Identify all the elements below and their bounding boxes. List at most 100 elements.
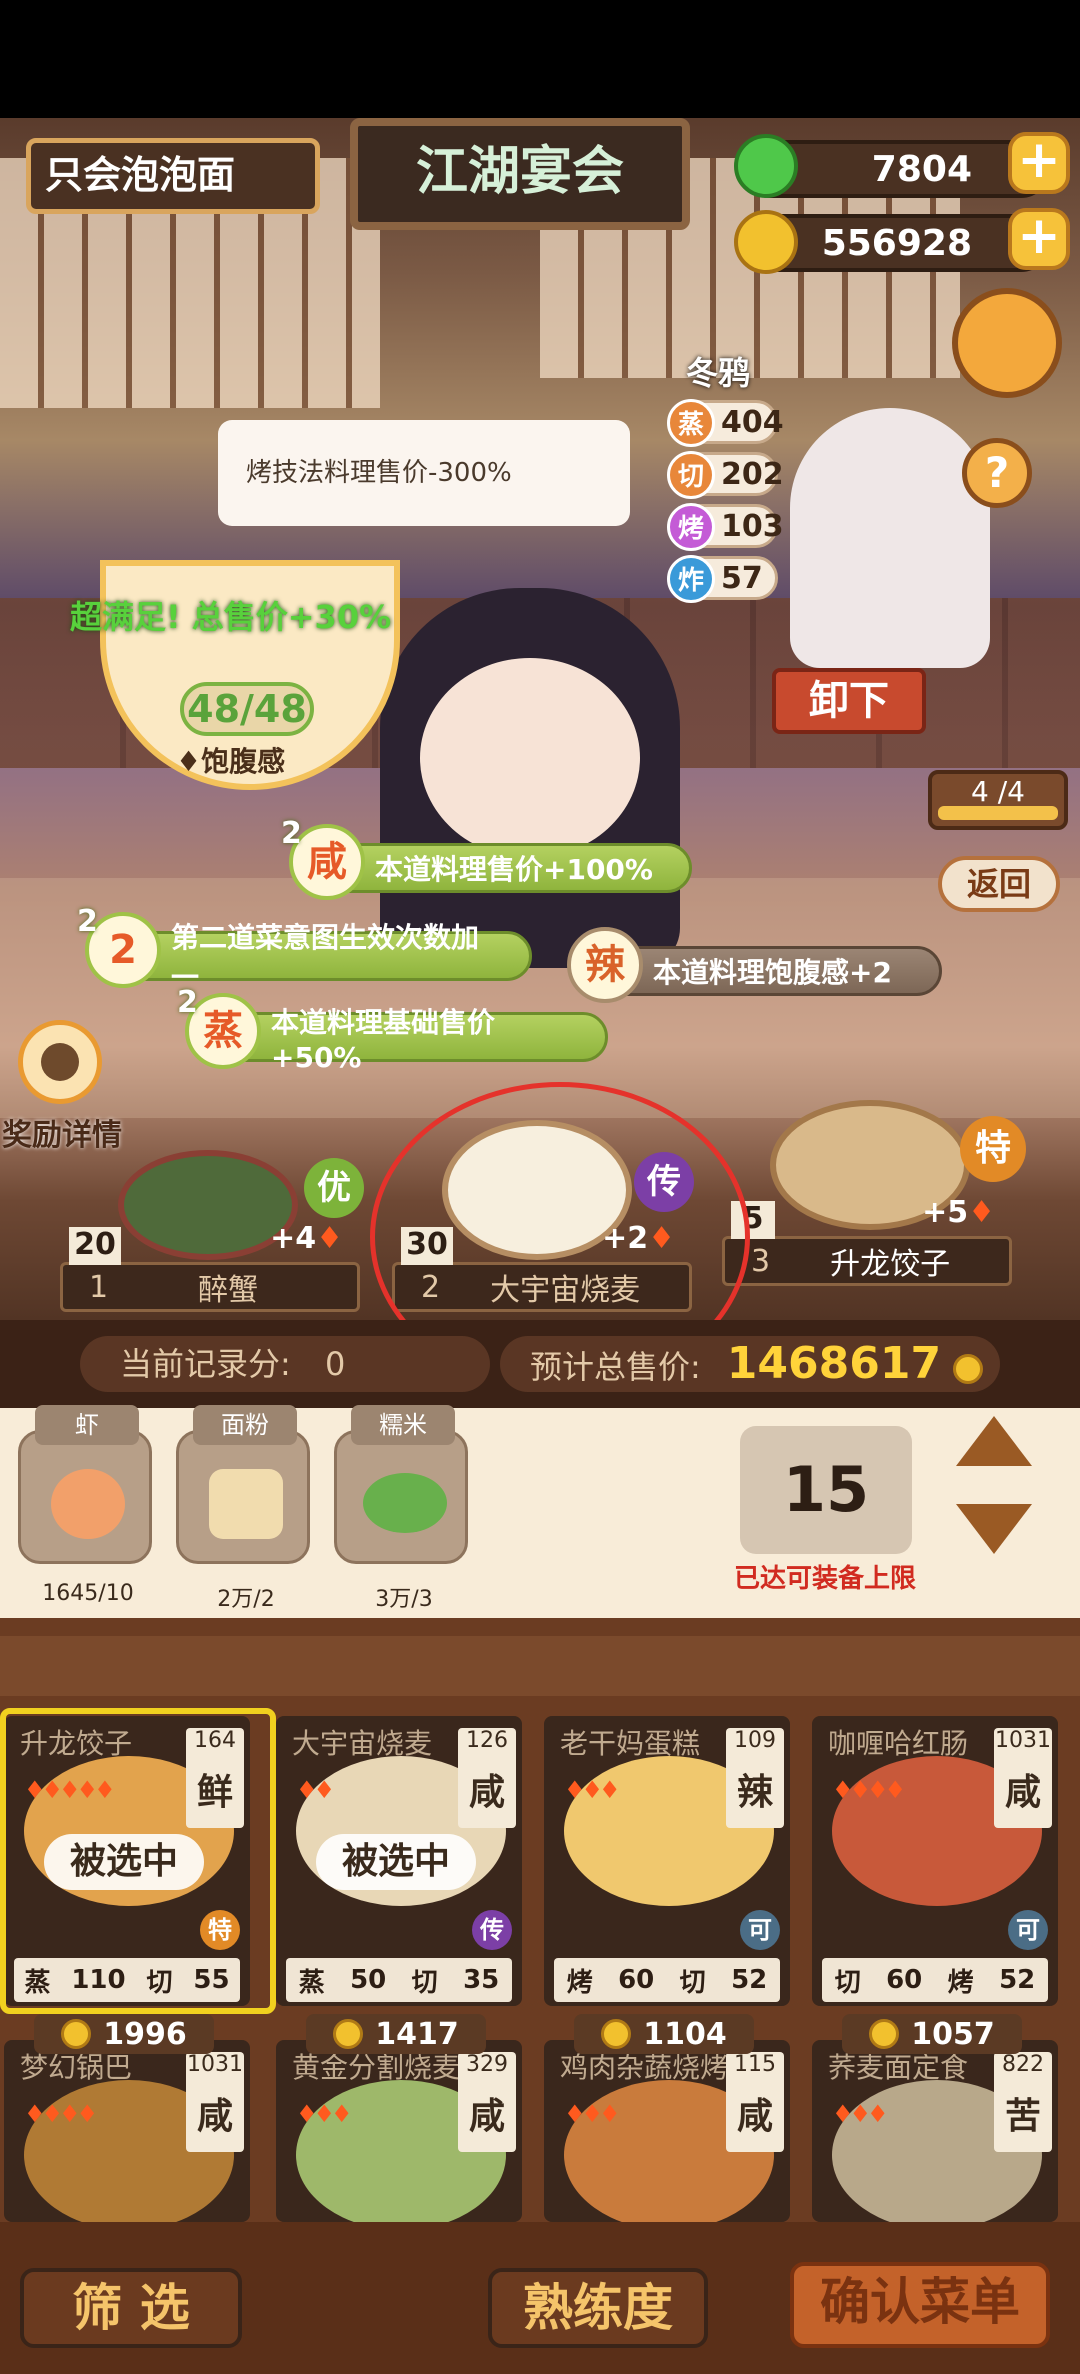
coin-value: 556928 — [821, 222, 972, 264]
filter-button[interactable]: 筛 选 — [20, 2268, 242, 2348]
satisfaction-text: 超满足! 总售价+30% — [70, 598, 392, 636]
speech-text: 烤技法料理售价-300% — [246, 458, 512, 488]
recipe-card[interactable]: 鸡肉杂蔬烧烤 ♦♦♦ 115 咸 — [544, 2040, 790, 2222]
fire-rating-icons: ♦♦♦ — [564, 2100, 621, 2128]
opponent-stat-roast: 烤 103 — [667, 503, 784, 551]
recipe-card[interactable]: 老干妈蛋糕 ♦♦♦ 109 辣可烤 60 切 52 — [544, 1716, 790, 2006]
coin-icon — [734, 210, 798, 274]
total-value: 1468617 — [726, 1338, 942, 1389]
recipe-score-card: 115 咸 — [726, 2052, 784, 2152]
recipe-score-card: 126 咸 — [458, 1728, 516, 1828]
increase-arrow-button[interactable] — [956, 1416, 1032, 1466]
recipe-flavor: 苦 — [1004, 2096, 1041, 2137]
coin-icon — [61, 2019, 92, 2049]
dish-bonus: +5♦ — [922, 1195, 995, 1230]
record-value: 0 — [324, 1345, 346, 1383]
ingredient-rice[interactable]: 糯米 3万/3 — [334, 1405, 468, 1612]
recipe-price: 1104 — [574, 2014, 754, 2054]
record-score: 当前记录分: 0 — [80, 1336, 490, 1392]
satiety-label-text: 饱腹感 — [201, 745, 286, 778]
recipe-score: 115 — [734, 2052, 776, 2077]
unload-button[interactable]: 卸下 — [772, 668, 926, 734]
reward-details-label: 奖励详情 — [2, 1118, 122, 1153]
stat-value: 202 — [721, 456, 784, 492]
recipe-card[interactable]: 咖喱哈红肠 ♦♦♦♦ 1031 咸可切 60 烤 52 — [812, 1716, 1058, 2006]
reward-details-button[interactable] — [18, 1020, 102, 1104]
stat-value: 404 — [721, 404, 784, 440]
add-gems-button[interactable]: + — [1008, 132, 1070, 194]
back-label: 返回 — [966, 865, 1031, 903]
gem-value: 7804 — [871, 148, 972, 190]
coin-icon — [869, 2019, 900, 2049]
unload-label: 卸下 — [809, 678, 889, 724]
rarity-badge: 特 — [200, 1910, 240, 1950]
recipe-score-card: 329 咸 — [458, 2052, 516, 2152]
recipe-skills: 蒸 50 切 35 — [286, 1958, 512, 2002]
skill-name: 切 — [146, 1967, 173, 1998]
satiety-label: ♦饱腹感 — [176, 745, 286, 778]
skill-value: 52 — [999, 1965, 1036, 1995]
record-label: 当前记录分: — [120, 1345, 291, 1383]
event-title-sign: 江湖宴会 — [350, 118, 690, 230]
help-button[interactable]: ? — [962, 438, 1032, 508]
skill-value: 52 — [731, 1965, 768, 1995]
buff-salty: 咸 2 本道料理售价+100% — [281, 816, 692, 900]
speech-bubble: 烤技法料理售价-300% — [218, 420, 630, 526]
recipe-score-card: 164 鲜 — [186, 1728, 244, 1828]
recipe-flavor: 咸 — [1004, 1772, 1041, 1813]
ingredient-count: 2万/2 — [217, 1587, 275, 1612]
recipe-card[interactable]: 黄金分割烧麦 ♦♦♦ 329 咸 — [276, 2040, 522, 2222]
progress-indicator: 4 /4 — [928, 770, 1068, 830]
confirm-label: 确认菜单 — [820, 2273, 1020, 2331]
recipe-card[interactable]: 大宇宙烧麦 ♦♦ 126 咸被选中传蒸 50 切 35 — [276, 1716, 522, 2006]
ingredient-name: 虾 — [35, 1405, 139, 1445]
price-value: 1417 — [375, 2016, 459, 2052]
total-label: 预计总售价: — [530, 1348, 701, 1386]
score-bar: 当前记录分: 0 预计总售价: 1468617 — [0, 1320, 1080, 1408]
recipe-skills: 切 60 烤 52 — [822, 1958, 1048, 2002]
recipe-score: 822 — [1002, 2052, 1044, 2077]
recipe-skills: 烤 60 切 52 — [554, 1958, 780, 2002]
proficiency-button[interactable]: 熟练度 — [488, 2268, 708, 2348]
dish-slot-1[interactable]: 20 1 醉蟹 +4♦ — [60, 1221, 360, 1312]
stat-value: 57 — [721, 560, 763, 596]
fire-icon: ♦ — [316, 1221, 343, 1256]
fire-rating-icons: ♦♦♦♦ — [832, 1776, 906, 1804]
skill-value: 55 — [193, 1965, 230, 1995]
filter-label: 筛 选 — [72, 2279, 190, 2337]
opponent-character — [790, 408, 990, 668]
skill-name: 蒸 — [24, 1967, 51, 1998]
decrease-arrow-button[interactable] — [956, 1504, 1032, 1554]
ingredient-shrimp[interactable]: 虾 1645/10 — [18, 1405, 152, 1606]
opponent-name: 冬鸦 — [686, 354, 751, 392]
player-name-box: 只会泡泡面 — [26, 138, 320, 214]
back-button[interactable]: 返回 — [938, 856, 1060, 912]
recipe-card[interactable]: 梦幻锅巴 ♦♦♦♦ 1031 咸 — [4, 2040, 250, 2222]
ingredient-flour[interactable]: 面粉 2万/2 — [176, 1405, 310, 1612]
exit-button[interactable] — [952, 288, 1062, 398]
buff-text: 第二道菜意图生效次数加一 — [171, 921, 480, 994]
dish-name: 升龙饺子 — [830, 1247, 951, 1282]
dish-index: 3 — [751, 1243, 771, 1279]
recipe-score-card: 822 苦 — [994, 2052, 1052, 2152]
equip-limit-note: 已达可装备上限 — [734, 1564, 917, 1594]
dish-slot-3[interactable]: 5 3 升龙饺子 +5♦ — [722, 1195, 1012, 1286]
add-coins-button[interactable]: + — [1008, 208, 1070, 270]
ingredient-name: 糯米 — [351, 1405, 455, 1445]
recipe-score: 1031 — [187, 2052, 243, 2077]
recipe-name: 大宇宙烧麦 — [292, 1727, 433, 1760]
recipe-card[interactable]: 荞麦面定食 ♦♦♦ 822 苦 — [812, 2040, 1058, 2222]
recipe-score-card: 1031 咸 — [994, 1728, 1052, 1828]
coin-icon — [953, 1354, 984, 1384]
reward-icon — [41, 1043, 79, 1081]
buff-steam: 蒸 2 本道料理基础售价+50% — [177, 985, 608, 1074]
skill-value: 35 — [463, 1965, 500, 1995]
coin-icon — [333, 2019, 364, 2049]
skill-value: 60 — [618, 1965, 655, 1995]
buff-second-dish: 2 2 第二道菜意图生效次数加一 — [77, 904, 532, 994]
confirm-menu-button[interactable]: 确认菜单 — [790, 2262, 1050, 2348]
coin-icon — [601, 2019, 632, 2049]
buff-spicy: 辣本道料理饱腹感+2 — [567, 927, 942, 1003]
recipe-score: 109 — [734, 1728, 776, 1753]
recipe-card[interactable]: 升龙饺子 ♦♦♦♦♦ 164 鲜被选中特蒸 110 切 55 — [4, 1716, 250, 2006]
